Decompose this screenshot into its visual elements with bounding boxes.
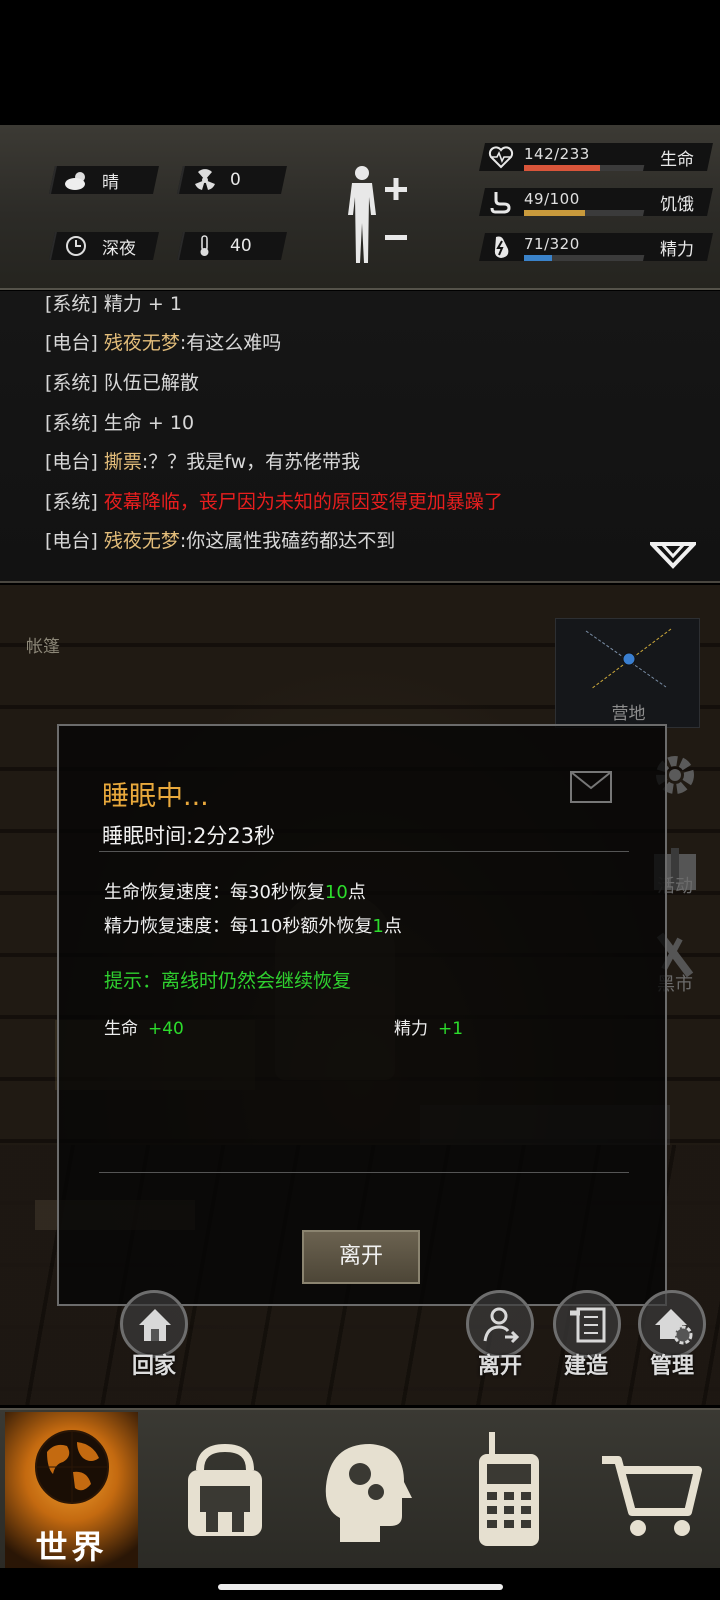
hp-gain: 生命 +40 <box>104 1019 184 1039</box>
log-line: [电台] 残夜无梦:有这么难吗 <box>45 332 282 354</box>
manage-label: 管理 <box>650 1354 695 1379</box>
head-gears-icon[interactable] <box>310 1430 420 1550</box>
stomach-icon <box>490 192 511 214</box>
radiation-icon <box>195 169 215 190</box>
temperature-slot: 40 <box>177 232 287 260</box>
thermometer-icon <box>200 235 209 256</box>
time-slot: 深夜 <box>49 232 159 260</box>
weather-slot: 晴 <box>49 166 159 194</box>
camp-minimap[interactable]: 营地 <box>555 618 700 728</box>
health-fill <box>524 165 600 171</box>
person-exit-icon <box>483 1307 520 1344</box>
energy-regen-text: 精力恢复速度：每110秒额外恢复1点 <box>104 916 402 937</box>
body-status-icon[interactable] <box>338 163 418 265</box>
radiation-value: 0 <box>230 170 241 190</box>
house-gear-icon <box>655 1309 693 1345</box>
hunger-fill <box>524 210 585 216</box>
weather-text: 晴 <box>102 172 119 193</box>
leave-sleep-button[interactable]: 离开 <box>302 1230 420 1284</box>
map-icon <box>585 628 672 690</box>
log-line: [电台] 撕票:？？我是fw，有苏佬带我 <box>45 451 361 473</box>
chevron-down-icon[interactable] <box>650 540 696 570</box>
nav-world-tab[interactable]: 世界 <box>5 1412 138 1568</box>
hunger-value: 49/100 <box>524 190 580 208</box>
sleep-time: 睡眠时间:2分23秒 <box>102 824 276 848</box>
health-value: 142/233 <box>524 145 590 163</box>
clock-icon <box>66 236 86 256</box>
location-label: 帐篷 <box>26 637 60 657</box>
hp-regen-text: 生命恢复速度：每30秒恢复10点 <box>104 882 366 903</box>
energy-gain: 精力 +1 <box>394 1019 464 1039</box>
blueprint-icon <box>570 1307 606 1343</box>
home-label: 回家 <box>132 1354 177 1379</box>
message-log[interactable]: [系统] 精力 + 1 [电台] 残夜无梦:有这么难吗 [系统] 队伍已解散 [… <box>0 291 720 583</box>
health-label: 生命 <box>660 150 694 170</box>
temperature-value: 40 <box>230 236 252 256</box>
offline-tip: 提示：离线时仍然会继续恢复 <box>104 970 352 992</box>
energy-value: 71/320 <box>524 235 580 253</box>
heart-rate-icon <box>488 146 514 169</box>
log-line: [系统] 队伍已解散 <box>45 372 199 394</box>
log-line-alert: [系统] 夜幕降临，丧尸因为未知的原因变得更加暴躁了 <box>45 491 503 513</box>
divider <box>99 851 629 852</box>
divider <box>99 1172 629 1173</box>
bottom-nav: 世界 <box>0 1408 720 1568</box>
energy-label: 精力 <box>660 240 694 260</box>
house-icon <box>139 1309 171 1341</box>
globe-icon <box>35 1430 109 1504</box>
backpack-icon[interactable] <box>170 1430 280 1550</box>
radiation-slot: 0 <box>177 166 287 194</box>
time-of-day-text: 深夜 <box>102 238 136 259</box>
system-home-indicator[interactable] <box>218 1584 503 1590</box>
dialog-title: 睡眠中... <box>102 781 209 812</box>
hunger-label: 饥饿 <box>660 195 694 215</box>
nav-world-label: 世界 <box>35 1528 108 1566</box>
log-line-partial: [系统] 精力 + 1 <box>45 293 182 315</box>
energy-fill <box>524 255 552 261</box>
health-bar: 142/233 生命 <box>479 143 713 171</box>
energy-icon <box>494 236 509 258</box>
energy-bar: 71/320 精力 <box>479 233 713 261</box>
camp-label: 营地 <box>611 704 646 724</box>
log-line: [电台] 残夜无梦:你这属性我磕药都达不到 <box>45 530 396 552</box>
status-hud: 晴 0 深夜 40 142/233 生命 49/100 饥饿 71/320 精力 <box>0 125 720 290</box>
shopping-cart-icon[interactable] <box>598 1430 708 1550</box>
walkie-talkie-icon[interactable] <box>455 1430 565 1550</box>
hunger-bar: 49/100 饥饿 <box>479 188 713 216</box>
mail-icon[interactable] <box>569 770 613 804</box>
log-line: [系统] 生命 + 10 <box>45 412 195 434</box>
cloudy-sun-icon <box>65 172 85 190</box>
leave-label: 离开 <box>478 1354 523 1379</box>
build-label: 建造 <box>564 1354 609 1379</box>
sleep-dialog: 睡眠中... 睡眠时间:2分23秒 生命恢复速度：每30秒恢复10点 精力恢复速… <box>57 724 667 1306</box>
